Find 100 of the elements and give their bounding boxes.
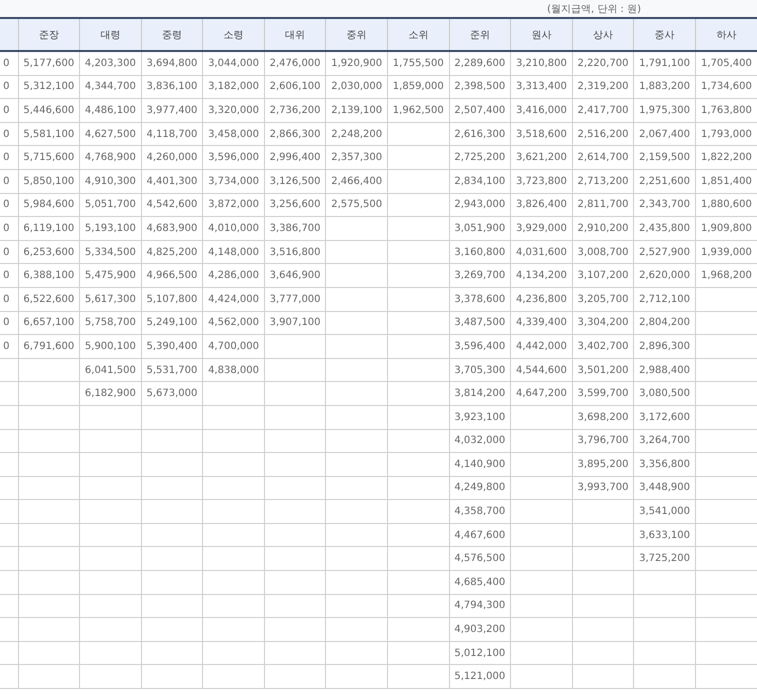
pay-amount: 2,159,500: [639, 152, 690, 164]
pay-amount: 0: [3, 128, 10, 140]
pay-amount: 2,398,500: [454, 81, 506, 92]
pay-amount: 5,193,100: [84, 222, 136, 234]
pay-amount: 4,148,000: [208, 246, 259, 258]
pay-amount: 2,251,600: [639, 176, 690, 187]
pay-amount: 1,705,400: [700, 58, 752, 69]
pay-amount: 2,620,000: [639, 270, 690, 282]
pay-amount: 4,486,100: [84, 104, 136, 116]
column-header: 중사: [634, 18, 696, 51]
pay-amount: 1,939,000: [700, 246, 752, 258]
pay-amount: 2,417,700: [578, 104, 628, 116]
pay-amount: 3,458,000: [208, 128, 259, 140]
pay-amount: 2,988,400: [639, 364, 690, 376]
pay-amount: 3,541,000: [639, 506, 690, 518]
pay-amount: 0: [3, 246, 10, 258]
pay-amount: 1,851,400: [700, 176, 752, 187]
pay-amount: 6,253,600: [23, 246, 74, 258]
pay-amount: 2,910,200: [578, 222, 628, 234]
pay-amount: 4,249,800: [454, 482, 506, 494]
pay-amount: 2,507,400: [454, 104, 506, 116]
pay-amount: 2,067,400: [639, 128, 690, 140]
pay-amount: 6,791,600: [23, 340, 74, 352]
pay-amount: 0: [3, 104, 10, 116]
pay-amount: 2,220,700: [578, 58, 628, 69]
pay-amount: 3,518,600: [516, 128, 567, 140]
pay-amount: 3,269,700: [454, 270, 506, 282]
pay-amount: 1,763,800: [700, 104, 752, 116]
pay-amount: 3,304,200: [578, 317, 628, 328]
pay-amount: 3,320,000: [208, 104, 259, 116]
pay-amount: 2,896,300: [639, 340, 690, 352]
pay-amount: 2,811,700: [578, 199, 628, 210]
pay-amount: 1,791,100: [639, 58, 690, 69]
pay-amount: 6,119,100: [23, 222, 74, 234]
pay-amount: 4,838,000: [208, 364, 259, 376]
pay-amount: 4,140,900: [454, 458, 506, 470]
pay-amount: 4,825,200: [146, 246, 198, 258]
pay-amount: 4,286,000: [208, 270, 259, 282]
pay-amount: 3,378,600: [454, 294, 506, 305]
pay-amount: 5,177,600: [23, 58, 74, 69]
pay-amount: 3,107,200: [578, 270, 628, 282]
pay-amount: 4,562,000: [208, 317, 259, 328]
pay-amount: 0: [3, 222, 10, 234]
pay-amount: 3,777,000: [270, 294, 321, 305]
pay-amount: 2,804,200: [639, 317, 690, 328]
pay-amount: 6,657,100: [23, 317, 74, 328]
pay-amount: 3,044,000: [208, 58, 259, 69]
pay-amount: 5,617,300: [84, 294, 136, 305]
pay-amount: 4,358,700: [454, 506, 506, 518]
pay-amount: 4,442,000: [516, 340, 567, 352]
unit-note: (월지급액, 단위 : 원): [547, 2, 641, 16]
pay-amount: 5,758,700: [84, 317, 136, 328]
pay-amount: 3,256,600: [270, 199, 321, 210]
pay-amount: 0: [3, 270, 10, 282]
pay-amount: 2,866,300: [270, 128, 321, 140]
pay-amount: 2,575,500: [331, 199, 382, 210]
pay-amount: 4,700,000: [208, 340, 259, 352]
pay-amount: 3,448,900: [639, 482, 690, 494]
pay-amount: 3,313,400: [516, 81, 567, 92]
pay-amount: 3,621,200: [516, 152, 567, 164]
pay-amount: 2,466,400: [331, 176, 382, 187]
pay-amount: 5,850,100: [23, 176, 74, 187]
pay-amount: 3,734,000: [208, 176, 259, 187]
pay-amount: 6,522,600: [23, 294, 74, 305]
pay-amount: 3,080,500: [639, 388, 690, 400]
pay-amount: 4,685,400: [454, 576, 506, 588]
pay-amount: 4,627,500: [84, 128, 136, 140]
pay-amount: 2,516,200: [578, 128, 628, 140]
pay-amount: 5,475,900: [84, 270, 136, 282]
pay-amount: 5,334,500: [84, 246, 136, 258]
pay-amount: 3,402,700: [578, 340, 628, 352]
column-header: 상사: [572, 18, 634, 51]
pay-amount: 4,031,600: [516, 246, 567, 258]
pay-amount: 3,182,000: [208, 81, 259, 92]
pay-amount: 2,725,200: [454, 152, 506, 164]
pay-amount: 4,647,200: [516, 388, 567, 400]
pay-amount: 3,008,700: [578, 246, 628, 258]
column-header: 소령: [202, 18, 264, 51]
pay-amount: 3,814,200: [454, 388, 506, 400]
pay-amount: 0: [3, 176, 10, 187]
pay-amount: 1,968,200: [700, 270, 752, 282]
pay-amount: 3,977,400: [146, 104, 198, 116]
pay-amount: 3,796,700: [578, 435, 628, 446]
pay-amount: 1,793,000: [700, 128, 752, 140]
pay-amount: 5,121,000: [454, 671, 506, 682]
pay-amount: 4,794,300: [454, 600, 506, 612]
pay-amount: 5,900,100: [84, 340, 136, 352]
pay-amount: 3,356,800: [639, 458, 690, 470]
pay-amount: 5,581,100: [23, 128, 74, 140]
pay-amount: 1,734,600: [700, 81, 752, 92]
pay-amount: 3,264,700: [639, 435, 690, 446]
pay-amount: 3,160,800: [454, 246, 506, 258]
pay-amount: 5,390,400: [146, 340, 198, 352]
pay-amount: 3,923,100: [454, 412, 506, 423]
pay-amount: 6,041,500: [84, 364, 136, 376]
pay-amount: 5,012,100: [454, 648, 506, 659]
pay-amount: 4,344,700: [84, 81, 136, 92]
pay-amount: 5,984,600: [23, 199, 74, 210]
pay-amount: 0: [3, 294, 10, 305]
pay-amount: 1,909,800: [700, 222, 752, 234]
